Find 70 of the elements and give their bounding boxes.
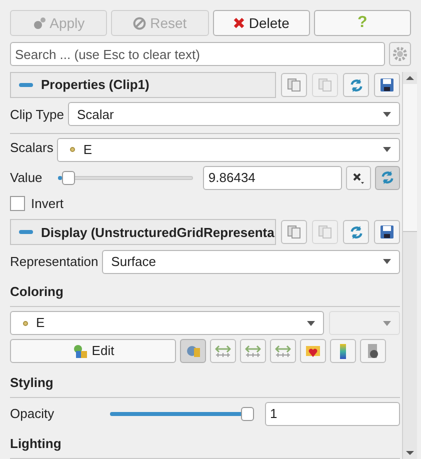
section-header[interactable]: Properties (Clip1) bbox=[10, 72, 276, 98]
palette-icon bbox=[186, 344, 200, 358]
close-icon bbox=[352, 172, 364, 184]
range-arrows-icon bbox=[245, 345, 261, 357]
document-icon bbox=[367, 344, 379, 358]
copy-icon bbox=[287, 78, 301, 92]
field-label: Clip Type bbox=[10, 106, 64, 124]
slider-handle[interactable] bbox=[62, 170, 76, 185]
section-header[interactable]: Display (UnstructuredGridRepresenta bbox=[10, 219, 276, 246]
settings-button[interactable] bbox=[389, 42, 411, 66]
rescale-button[interactable] bbox=[180, 339, 206, 363]
opacity-field[interactable]: 1 bbox=[265, 402, 400, 426]
paste-icon bbox=[318, 78, 332, 92]
color-legend-button[interactable] bbox=[330, 339, 356, 363]
favorites-button[interactable] bbox=[300, 339, 326, 363]
dropdown[interactable]: Scalar bbox=[68, 102, 400, 126]
slider-track[interactable] bbox=[58, 170, 194, 185]
paste-icon bbox=[318, 225, 332, 240]
group-heading: Coloring bbox=[10, 284, 64, 299]
range-arrows-icon bbox=[275, 345, 291, 357]
reload-button[interactable] bbox=[343, 73, 369, 97]
edit-button[interactable]: Edit bbox=[10, 339, 176, 363]
search-field[interactable]: Search ... (use Esc to clear text) bbox=[10, 42, 385, 66]
rescale-range-button[interactable] bbox=[240, 339, 266, 363]
scroll-thumb[interactable] bbox=[403, 84, 417, 232]
field-label: Opacity bbox=[10, 405, 56, 424]
field-label: Scalars bbox=[10, 138, 54, 157]
point-data-icon bbox=[23, 320, 28, 326]
dropdown[interactable]: Surface bbox=[102, 250, 400, 274]
scrollbar[interactable] bbox=[402, 72, 417, 459]
field-label: Invert bbox=[31, 194, 64, 213]
color-bar-icon bbox=[340, 344, 346, 358]
rescale-range-button[interactable] bbox=[270, 339, 296, 363]
range-arrows-icon bbox=[215, 345, 231, 357]
copy-button[interactable] bbox=[281, 220, 307, 244]
slider-handle[interactable] bbox=[241, 407, 254, 421]
checkbox[interactable] bbox=[10, 196, 25, 211]
section-title: Display (UnstructuredGridRepresenta bbox=[41, 224, 274, 242]
annotation-button[interactable] bbox=[360, 339, 386, 363]
dropdown-arrow-icon bbox=[383, 259, 391, 264]
group-heading: Styling bbox=[10, 375, 54, 390]
group-heading: Lighting bbox=[10, 436, 62, 451]
rescale-range-button[interactable] bbox=[210, 339, 236, 363]
section-title: Properties (Clip1) bbox=[41, 76, 150, 94]
save-button[interactable] bbox=[374, 220, 400, 244]
no-entry-icon bbox=[133, 16, 146, 30]
copy-button[interactable] bbox=[281, 73, 307, 97]
reload-button[interactable] bbox=[343, 220, 369, 244]
copy-icon bbox=[287, 225, 301, 240]
slider-track[interactable] bbox=[110, 407, 254, 421]
dropdown[interactable]: E bbox=[10, 311, 324, 335]
dropdown-arrow-icon bbox=[383, 320, 391, 326]
settings-icon bbox=[393, 47, 407, 61]
save-button[interactable] bbox=[374, 73, 400, 97]
field-label: Representation bbox=[10, 252, 98, 271]
point-data-icon bbox=[70, 147, 76, 152]
dropdown-arrow-icon bbox=[383, 112, 391, 117]
dropdown[interactable]: E bbox=[57, 138, 400, 162]
dropdown-arrow-icon bbox=[383, 147, 391, 152]
save-icon bbox=[380, 225, 394, 240]
value-field[interactable]: 9.86434 bbox=[203, 166, 342, 190]
delete-button[interactable]: Delete bbox=[212, 10, 310, 36]
color-map-icon bbox=[72, 344, 88, 358]
refresh-icon bbox=[380, 170, 395, 186]
field-label: Value bbox=[10, 168, 44, 187]
dropdown-arrow-icon bbox=[307, 320, 315, 326]
save-icon bbox=[380, 78, 394, 92]
delete-icon bbox=[232, 17, 245, 29]
refresh-icon bbox=[348, 78, 364, 92]
refresh-icon bbox=[348, 224, 364, 240]
